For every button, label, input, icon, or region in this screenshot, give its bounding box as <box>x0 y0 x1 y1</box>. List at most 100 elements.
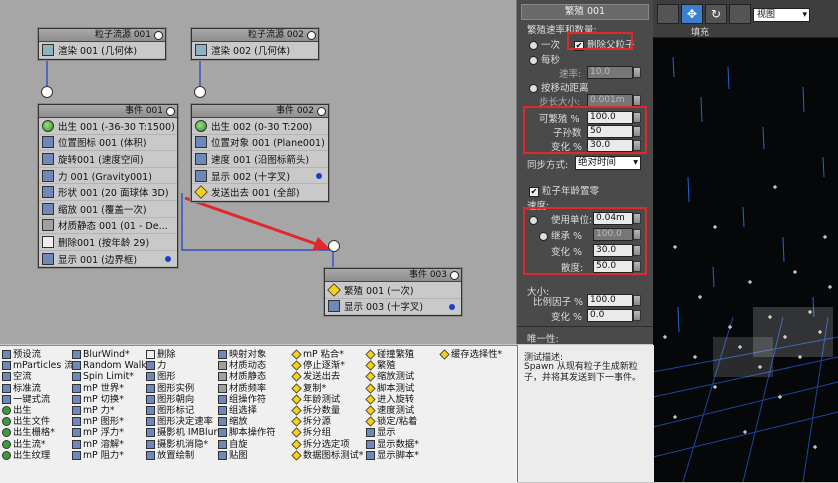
depot-item[interactable]: 锁定/粘着 <box>365 416 419 427</box>
particle-view-canvas[interactable]: 粒子流源 001 渲染 001 (几何体) 粒子流源 002 渲染 002 (几… <box>0 0 517 344</box>
depot-item[interactable]: 材质动态 <box>218 360 276 371</box>
depot-item[interactable]: 出生文件 <box>2 416 78 427</box>
depot-item[interactable]: BlurWind* <box>72 349 151 360</box>
operator-row[interactable]: 速度 001 (沿图标箭头) <box>192 151 328 168</box>
test-row[interactable]: 发送出去 001 (全部) <box>192 184 328 201</box>
operator-row[interactable]: 形状 001 (20 面球体 3D) <box>39 184 177 201</box>
depot-item[interactable]: 进入旋转 <box>365 394 419 405</box>
depot-item[interactable]: 缓存选择性* <box>439 349 502 360</box>
size-variation-spinner[interactable]: 0.0 <box>587 309 641 322</box>
operator-row[interactable]: 出生 002 (0-30 T:200) <box>192 118 328 135</box>
depot-item[interactable]: mP 世界* <box>72 383 151 394</box>
depot-item[interactable]: 摄影机消隐* <box>146 439 222 450</box>
source-node-001[interactable]: 粒子流源 001 渲染 001 (几何体) <box>38 28 166 60</box>
depot-item[interactable]: 标准流 <box>2 383 78 394</box>
operator-row[interactable]: 力 001 (Gravity001) <box>39 168 177 185</box>
per-second-radio[interactable]: 每秒 <box>529 52 560 66</box>
depot-item[interactable]: 力 <box>146 360 222 371</box>
viewport-3d[interactable]: ✥ ↻ 视图 ▾ 填充 <box>653 0 838 482</box>
depot-item[interactable]: 繁殖 <box>365 360 419 371</box>
depot-item[interactable]: 出生 <box>2 405 78 416</box>
depot-item[interactable]: 数据图标测试* <box>291 450 363 461</box>
rate-spinner[interactable]: 10.0 <box>587 66 641 79</box>
depot-item[interactable]: 碰撞繁殖 <box>365 349 419 360</box>
test-row[interactable]: 繁殖 001 (一次) <box>325 282 461 299</box>
depot-item[interactable]: 放置绘制 <box>146 450 222 461</box>
depot-item[interactable]: mP 粘合* <box>291 349 363 360</box>
event-node-003[interactable]: 事件 003 繁殖 001 (一次) 显示 003 (十字叉) <box>324 268 462 317</box>
select-tool-icon[interactable] <box>657 4 679 24</box>
depot-item[interactable]: 复制* <box>291 383 363 394</box>
input-socket[interactable] <box>194 86 206 98</box>
depot-item[interactable]: 出生栅格* <box>2 427 78 438</box>
depot-item[interactable]: 图形朝向 <box>146 394 222 405</box>
depot-item[interactable]: mParticles 流* <box>2 360 78 371</box>
use-units-spinner[interactable]: 0.04m <box>593 212 641 225</box>
depot-item[interactable]: 图形实例 <box>146 383 222 394</box>
depot-item[interactable]: 拆分源 <box>291 416 363 427</box>
depot-item[interactable]: mP 阻力* <box>72 450 151 461</box>
operator-row[interactable]: 位置图标 001 (体积) <box>39 135 177 152</box>
depot-item[interactable]: Random Walk* <box>72 360 151 371</box>
operator-row[interactable]: 显示 001 (边界框) <box>39 251 177 268</box>
offspring-spinner[interactable]: 50 <box>587 125 641 138</box>
operator-row[interactable]: 出生 001 (-36-30 T:1500) <box>39 118 177 135</box>
operator-row[interactable]: 材质静态 001 (01 - De... <box>39 218 177 235</box>
depot-item[interactable]: 显示 <box>366 427 419 438</box>
depot-item[interactable]: 组选择 <box>218 405 276 416</box>
depot-item[interactable]: 停止逐渐* <box>291 360 363 371</box>
depot-item[interactable]: 脚本操作符 <box>218 427 276 438</box>
input-socket[interactable] <box>328 240 340 252</box>
speed-variation-spinner[interactable]: 30.0 <box>593 244 641 257</box>
operator-row[interactable]: 显示 002 (十字叉) <box>192 168 328 185</box>
depot-item[interactable]: mP 切换* <box>72 394 151 405</box>
depot-item[interactable]: 出生流* <box>2 439 78 450</box>
sync-dropdown[interactable]: 绝对时间 ▾ <box>575 156 641 170</box>
inherit-radio[interactable]: 继承 % <box>539 228 582 242</box>
depot-item[interactable]: 图形决定速率 <box>146 416 222 427</box>
operator-row[interactable]: 缩放 001 (覆盖一次) <box>39 201 177 218</box>
depot-item[interactable]: 材质频率 <box>218 383 276 394</box>
depot-item[interactable]: 速度测试 <box>365 405 419 416</box>
depot-item[interactable]: mP 图形* <box>72 416 151 427</box>
event-node-002[interactable]: 事件 002 出生 002 (0-30 T:200) 位置对象 001 (Pla… <box>191 104 329 202</box>
depot-item[interactable]: 显示数据* <box>366 439 419 450</box>
divergence-spinner[interactable]: 50.0 <box>593 260 641 273</box>
reference-coord-dropdown[interactable]: 视图 ▾ <box>753 8 810 22</box>
input-socket[interactable] <box>41 86 53 98</box>
operator-row[interactable]: 删除001 (按年龄 29) <box>39 234 177 251</box>
depot-item[interactable]: 拆分组 <box>291 427 363 438</box>
move-icon[interactable]: ✥ <box>681 4 703 24</box>
scale-icon[interactable] <box>729 4 751 24</box>
depot-item[interactable]: 组操作符 <box>218 394 276 405</box>
scale-factor-spinner[interactable]: 100.0 <box>587 294 641 307</box>
spawnable-spinner[interactable]: 100.0 <box>587 111 641 124</box>
depot-item[interactable]: 自旋 <box>218 439 276 450</box>
operator-row[interactable]: 位置对象 001 (Plane001) <box>192 135 328 152</box>
depot-item[interactable]: 显示脚本* <box>366 450 419 461</box>
event-node-001[interactable]: 事件 001 出生 001 (-36-30 T:1500) 位置图标 001 (… <box>38 104 178 269</box>
depot-item[interactable]: 空流 <box>2 371 78 382</box>
depot-item[interactable]: 映射对象 <box>218 349 276 360</box>
depot-item[interactable]: 出生纹理 <box>2 450 78 461</box>
depot-item[interactable]: 材质静态 <box>218 371 276 382</box>
by-distance-radio[interactable]: 按移动距离 <box>529 80 589 94</box>
depot-item[interactable]: 一键式流 <box>2 394 78 405</box>
depot-item[interactable]: 图形 <box>146 371 222 382</box>
node-row[interactable]: 渲染 002 (几何体) <box>192 42 318 59</box>
rotate-icon[interactable]: ↻ <box>705 4 727 24</box>
age-reset-checkbox[interactable]: ✔ 粒子年龄置零 <box>529 183 599 197</box>
depot-item[interactable]: Spin Limit* <box>72 371 151 382</box>
depot-item[interactable]: 发送出去 <box>291 371 363 382</box>
depot-item[interactable]: mP 力* <box>72 405 151 416</box>
depot-item[interactable]: 脚本测试 <box>365 383 419 394</box>
depot-item[interactable]: 拆分数量 <box>291 405 363 416</box>
operator-row[interactable]: 旋转001 (速度空间) <box>39 151 177 168</box>
depot-item[interactable]: mP 溶解* <box>72 439 151 450</box>
depot-item[interactable]: 贴图 <box>218 450 276 461</box>
depot-item[interactable]: mP 浮力* <box>72 427 151 438</box>
node-row[interactable]: 渲染 001 (几何体) <box>39 42 165 59</box>
once-radio[interactable]: 一次 <box>529 37 560 51</box>
depot-item[interactable]: 图形标记 <box>146 405 222 416</box>
variation-spinner[interactable]: 30.0 <box>587 139 641 152</box>
